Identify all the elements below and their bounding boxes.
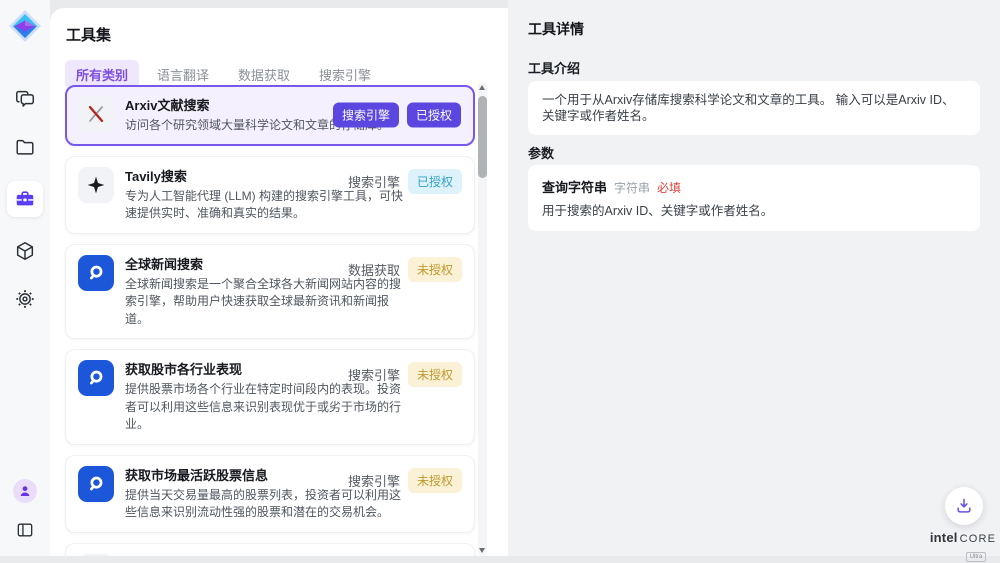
tool-list-item[interactable]: 万维地区新闻查询 查询具体行政区划内的新闻，快速了解各地新闻动 搜索引擎 未授权 (65, 543, 475, 557)
user-avatar[interactable] (13, 479, 37, 503)
tool-badges: 搜索引擎 未授权 (348, 362, 462, 387)
detail-title: 工具详情 (528, 19, 584, 39)
arxiv-icon (78, 96, 114, 132)
auth-status-badge: 未授权 (408, 362, 462, 387)
sidebar-item-toolbox[interactable] (7, 181, 43, 217)
auth-status-badge: 未授权 (408, 556, 462, 557)
sidebar-nav (7, 85, 43, 313)
parameter-name: 查询字符串 (542, 177, 607, 196)
category-badge: 搜索引擎 (348, 471, 400, 490)
qsearch-icon (78, 466, 114, 502)
folder-icon (14, 136, 36, 158)
tool-badges: 搜索引擎 未授权 (348, 468, 462, 493)
cube-icon (14, 240, 36, 262)
tool-list-item[interactable]: 获取股市各行业表现 提供股票市场各个行业在特定时间段内的表现。投资者可以利用这些… (65, 349, 475, 445)
auth-status-badge: 已授权 (408, 169, 462, 194)
sidebar-item-settings[interactable] (11, 285, 39, 313)
parameter-required-badge: 必填 (657, 179, 681, 196)
core-logo-text: core (960, 533, 997, 545)
category-badge: 数据获取 (348, 260, 400, 279)
app-logo-icon (8, 9, 42, 43)
tool-list: Arxiv文献搜索 访问各个研究领域大量科学论文和文章的存储库。 搜索引擎 已授… (65, 85, 475, 556)
tab-label: 数据获取 (238, 68, 290, 83)
user-avatar-icon (17, 483, 33, 499)
tab-label: 搜索引擎 (319, 68, 371, 83)
scrollbar-thumb[interactable] (478, 96, 487, 178)
app-window: 工具集 所有类别 语言翻译 数据获取 搜索引擎 Arxiv文献搜索 访问各个研究… (0, 0, 1000, 563)
tab-label: 所有类别 (76, 68, 128, 83)
tool-list-item[interactable]: 获取市场最活跃股票信息 提供当天交易量最高的股票列表，投资者可以利用这些信息来识… (65, 455, 475, 533)
star-icon (78, 167, 114, 203)
intel-core-logo: intel core Ultra (932, 530, 994, 563)
parameter-card: 查询字符串 字符串 必填 用于搜索的Arxiv ID、关键字或作者姓名。 (528, 165, 980, 231)
download-button[interactable] (945, 487, 983, 525)
tool-badges: 数据获取 未授权 (348, 257, 462, 282)
sidebar-item-chat[interactable] (11, 85, 39, 113)
page-title: 工具集 (66, 24, 111, 45)
toolbox-icon (14, 188, 36, 210)
download-icon (954, 496, 974, 516)
tool-list-panel: 工具集 所有类别 语言翻译 数据获取 搜索引擎 Arxiv文献搜索 访问各个研究… (50, 8, 508, 556)
intro-card: 一个用于从Arxiv存储库搜索科学论文和文章的工具。 输入可以是Arxiv ID… (528, 81, 980, 135)
auth-status-badge: 未授权 (408, 257, 462, 282)
tool-description: 全球新闻搜索是一个聚合全球各大新闻网站内容的搜索引擎，帮助用户快速获取全球最新资… (125, 276, 407, 329)
collapse-sidebar-button[interactable] (11, 516, 39, 544)
auth-status-badge: 未授权 (408, 468, 462, 493)
scroll-down-arrow-icon[interactable] (479, 548, 485, 553)
tool-badges: 搜索引擎 已授权 (333, 103, 461, 128)
category-badge: 搜索引擎 (348, 365, 400, 384)
parameter-type: 字符串 (614, 179, 650, 196)
auth-status-badge: 已授权 (407, 103, 461, 128)
sidebar-item-packages[interactable] (11, 237, 39, 265)
parameter-description: 用于搜索的Arxiv ID、关键字或作者姓名。 (542, 203, 966, 219)
intro-heading: 工具介绍 (528, 58, 580, 77)
tool-badges: 搜索引擎 未授权 (348, 556, 462, 557)
vertical-scrollbar[interactable] (478, 82, 487, 556)
tool-list-item[interactable]: Tavily搜索 专为人工智能代理 (LLM) 构建的搜索引擎工具，可快速提供实… (65, 156, 475, 234)
panel-toggle-icon (15, 520, 35, 540)
settings-gear-icon (14, 288, 36, 310)
tool-description: 提供股票市场各个行业在特定时间段内的表现。投资者可以利用这些信息来识别表现优于或… (125, 381, 407, 434)
qsearch-icon (78, 360, 114, 396)
scroll-up-arrow-icon[interactable] (479, 85, 485, 90)
tool-badges: 搜索引擎 已授权 (348, 169, 462, 194)
tool-list-item[interactable]: 全球新闻搜索 全球新闻搜索是一个聚合全球各大新闻网站内容的搜索引擎，帮助用户快速… (65, 244, 475, 340)
sidebar-bottom (11, 479, 39, 556)
tab-label: 语言翻译 (157, 68, 209, 83)
intel-logo-text: intel (930, 530, 958, 545)
ultra-badge: Ultra (966, 552, 987, 562)
category-badge: 搜索引擎 (333, 103, 399, 128)
news-icon (78, 554, 114, 557)
category-badge: 搜索引擎 (348, 172, 400, 191)
tool-list-item[interactable]: Arxiv文献搜索 访问各个研究领域大量科学论文和文章的存储库。 搜索引擎 已授… (65, 85, 475, 146)
chat-icon (14, 88, 36, 110)
sidebar-item-files[interactable] (11, 133, 39, 161)
params-heading: 参数 (528, 143, 554, 162)
tool-detail-panel: 工具详情 工具介绍 一个用于从Arxiv存储库搜索科学论文和文章的工具。 输入可… (508, 0, 1000, 556)
qsearch-icon (78, 255, 114, 291)
left-sidebar (0, 0, 50, 556)
